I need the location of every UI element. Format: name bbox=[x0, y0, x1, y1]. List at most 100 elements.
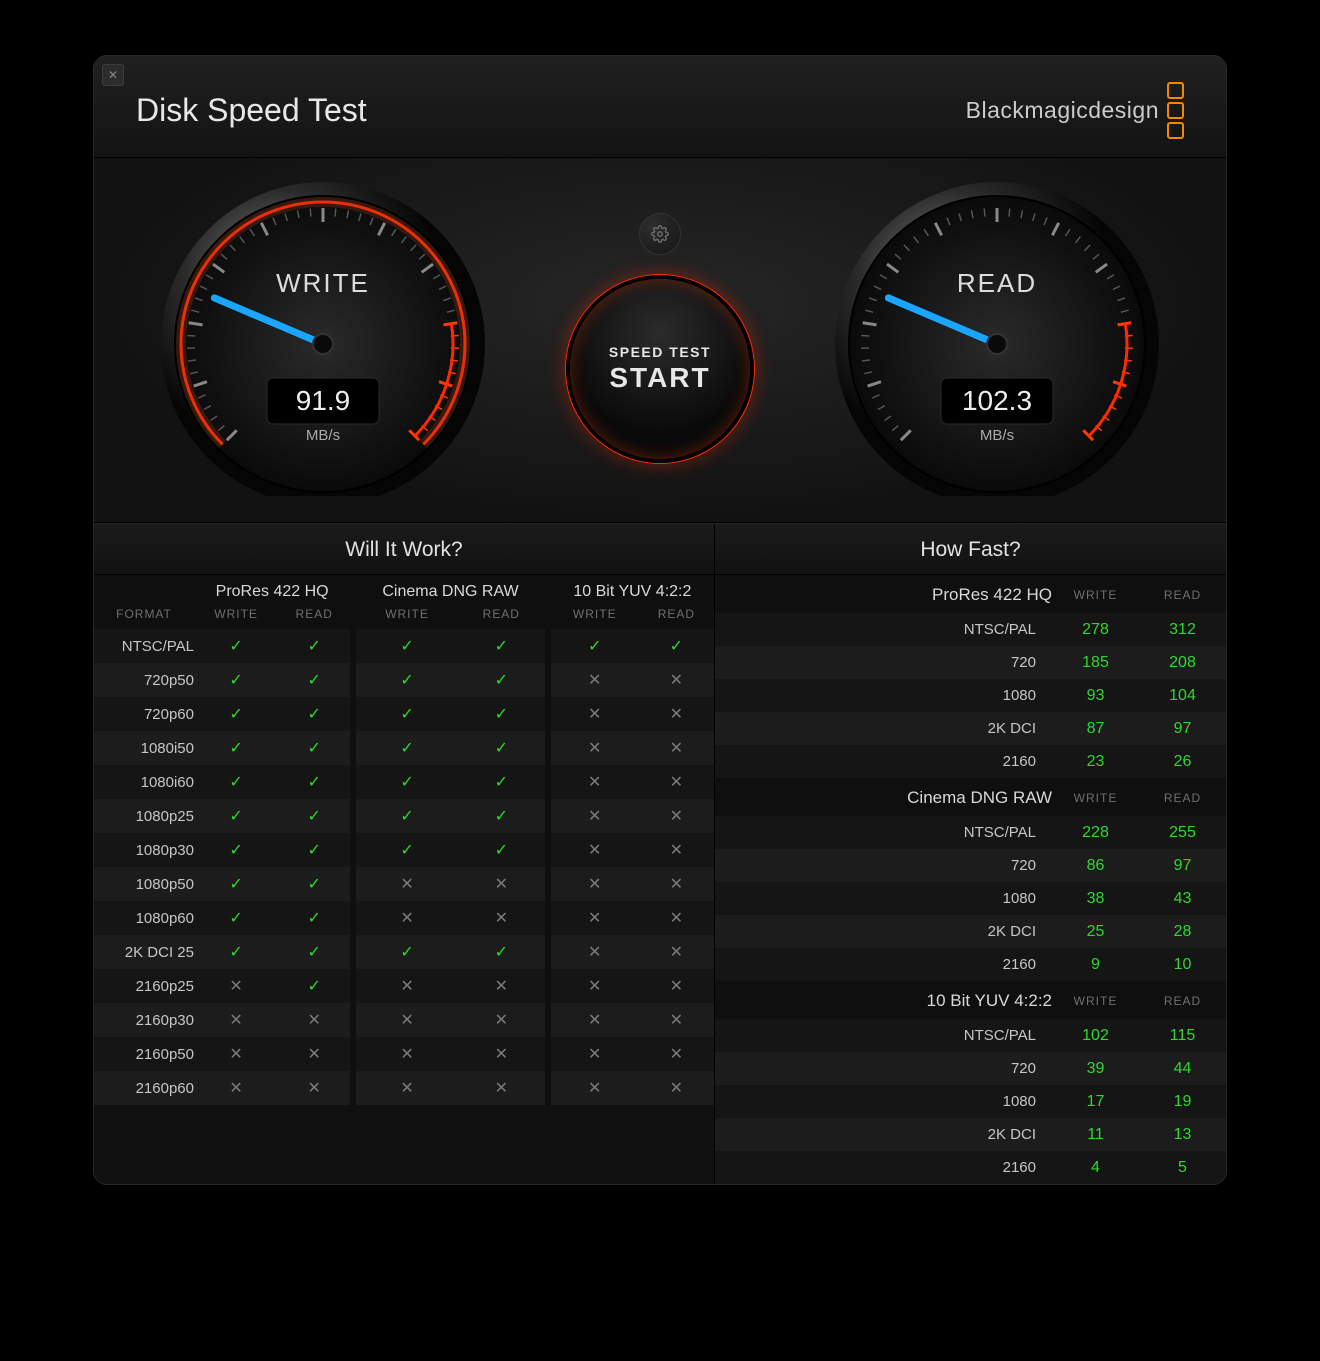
table-row: 21602326 bbox=[715, 745, 1226, 778]
cross-icon: ✕ bbox=[639, 799, 714, 833]
check-icon: ✓ bbox=[356, 799, 458, 833]
check-icon: ✓ bbox=[551, 629, 639, 663]
check-icon: ✓ bbox=[356, 833, 458, 867]
format-label: 720 bbox=[715, 646, 1052, 679]
results-tables: Will It Work? ProRes 422 HQCinema DNG RA… bbox=[94, 523, 1226, 1184]
check-icon: ✓ bbox=[458, 765, 545, 799]
check-icon: ✓ bbox=[278, 629, 350, 663]
table-row: 1080p30✓✓✓✓✕✕ bbox=[94, 833, 714, 867]
read-value: 28 bbox=[1139, 915, 1226, 948]
check-icon: ✓ bbox=[458, 833, 545, 867]
svg-text:91.9: 91.9 bbox=[296, 385, 351, 416]
how-fast-table: ProRes 422 HQWRITEREADNTSC/PAL2783127201… bbox=[715, 575, 1226, 1184]
app-title: Disk Speed Test bbox=[136, 92, 367, 129]
cross-icon: ✕ bbox=[639, 765, 714, 799]
format-label: 1080 bbox=[715, 1085, 1052, 1118]
svg-text:102.3: 102.3 bbox=[962, 385, 1032, 416]
app-window: ✕ Disk Speed Test Blackmagicdesign WRITE… bbox=[93, 55, 1227, 1185]
check-icon: ✓ bbox=[639, 629, 714, 663]
check-icon: ✓ bbox=[356, 935, 458, 969]
format-label: 2160p60 bbox=[94, 1071, 194, 1105]
cross-icon: ✕ bbox=[194, 1037, 278, 1071]
format-label: 2K DCI bbox=[715, 712, 1052, 745]
cross-icon: ✕ bbox=[356, 901, 458, 935]
cross-icon: ✕ bbox=[551, 901, 639, 935]
cross-icon: ✕ bbox=[551, 765, 639, 799]
table-row: 2160p50✕✕✕✕✕✕ bbox=[94, 1037, 714, 1071]
check-icon: ✓ bbox=[458, 629, 545, 663]
header: Disk Speed Test Blackmagicdesign bbox=[94, 56, 1226, 158]
start-button-line2: START bbox=[609, 362, 710, 394]
read-value: 26 bbox=[1139, 745, 1226, 778]
table-row: 10803843 bbox=[715, 882, 1226, 915]
write-value: 39 bbox=[1052, 1052, 1139, 1085]
check-icon: ✓ bbox=[278, 765, 350, 799]
cross-icon: ✕ bbox=[194, 1071, 278, 1105]
check-icon: ✓ bbox=[194, 697, 278, 731]
cross-icon: ✕ bbox=[356, 867, 458, 901]
codec-header: 10 Bit YUV 4:2:2 bbox=[551, 575, 714, 605]
cross-icon: ✕ bbox=[458, 901, 545, 935]
table-row: 2K DCI8797 bbox=[715, 712, 1226, 745]
write-value: 17 bbox=[1052, 1085, 1139, 1118]
check-icon: ✓ bbox=[278, 799, 350, 833]
check-icon: ✓ bbox=[194, 935, 278, 969]
settings-button[interactable] bbox=[639, 213, 681, 255]
table-row: NTSC/PAL102115 bbox=[715, 1019, 1226, 1052]
table-row: 216045 bbox=[715, 1151, 1226, 1184]
start-button-line1: SPEED TEST bbox=[609, 344, 711, 360]
format-label: 720p60 bbox=[94, 697, 194, 731]
check-icon: ✓ bbox=[356, 731, 458, 765]
format-label: 2K DCI bbox=[715, 915, 1052, 948]
format-label: NTSC/PAL bbox=[715, 816, 1052, 849]
read-value: 19 bbox=[1139, 1085, 1226, 1118]
read-value: 97 bbox=[1139, 712, 1226, 745]
table-row: 1080p25✓✓✓✓✕✕ bbox=[94, 799, 714, 833]
table-row: NTSC/PAL✓✓✓✓✓✓ bbox=[94, 629, 714, 663]
cross-icon: ✕ bbox=[639, 1071, 714, 1105]
table-row: 720185208 bbox=[715, 646, 1226, 679]
close-button[interactable]: ✕ bbox=[102, 64, 124, 86]
format-label: NTSC/PAL bbox=[94, 629, 194, 663]
table-row: 1080i60✓✓✓✓✕✕ bbox=[94, 765, 714, 799]
cross-icon: ✕ bbox=[639, 901, 714, 935]
cross-icon: ✕ bbox=[458, 1037, 545, 1071]
svg-text:READ: READ bbox=[957, 268, 1037, 298]
format-label: 2160 bbox=[715, 948, 1052, 981]
write-value: 185 bbox=[1052, 646, 1139, 679]
check-icon: ✓ bbox=[278, 731, 350, 765]
cross-icon: ✕ bbox=[458, 969, 545, 1003]
read-value: 97 bbox=[1139, 849, 1226, 882]
write-value: 4 bbox=[1052, 1151, 1139, 1184]
cross-icon: ✕ bbox=[639, 935, 714, 969]
read-value: 115 bbox=[1139, 1019, 1226, 1052]
table-row: 2160910 bbox=[715, 948, 1226, 981]
svg-text:MB/s: MB/s bbox=[306, 427, 340, 444]
check-icon: ✓ bbox=[194, 833, 278, 867]
format-label: 2160 bbox=[715, 1151, 1052, 1184]
check-icon: ✓ bbox=[278, 935, 350, 969]
cross-icon: ✕ bbox=[551, 1071, 639, 1105]
check-icon: ✓ bbox=[194, 799, 278, 833]
format-label: 1080i60 bbox=[94, 765, 194, 799]
will-it-work-panel: Will It Work? ProRes 422 HQCinema DNG RA… bbox=[94, 524, 715, 1184]
format-label: 2K DCI 25 bbox=[94, 935, 194, 969]
table-row: NTSC/PAL278312 bbox=[715, 613, 1226, 646]
write-value: 87 bbox=[1052, 712, 1139, 745]
check-icon: ✓ bbox=[194, 629, 278, 663]
write-value: 38 bbox=[1052, 882, 1139, 915]
cross-icon: ✕ bbox=[639, 1037, 714, 1071]
check-icon: ✓ bbox=[194, 731, 278, 765]
table-row: 2160p30✕✕✕✕✕✕ bbox=[94, 1003, 714, 1037]
format-label: 1080p60 bbox=[94, 901, 194, 935]
check-icon: ✓ bbox=[356, 663, 458, 697]
write-value: 278 bbox=[1052, 613, 1139, 646]
check-icon: ✓ bbox=[278, 901, 350, 935]
read-value: 5 bbox=[1139, 1151, 1226, 1184]
start-button[interactable]: SPEED TEST START bbox=[570, 279, 750, 459]
format-label: 720 bbox=[715, 849, 1052, 882]
read-value: 10 bbox=[1139, 948, 1226, 981]
format-label: 1080 bbox=[715, 882, 1052, 915]
check-icon: ✓ bbox=[278, 663, 350, 697]
format-label: 1080p50 bbox=[94, 867, 194, 901]
